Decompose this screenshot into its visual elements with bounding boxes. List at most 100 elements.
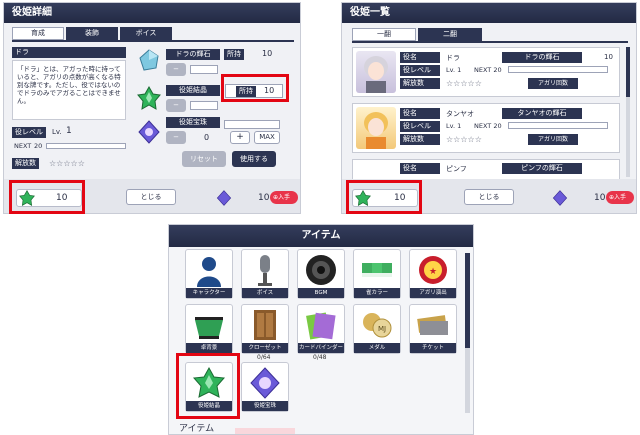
owned-label-0: 所持 — [224, 49, 244, 60]
item-tile-character[interactable]: キャラクター — [185, 249, 233, 299]
release-stars: ☆☆☆☆☆ — [49, 159, 85, 168]
owned-count-0: 10 — [262, 49, 273, 58]
row0-level: Lv. 1 — [446, 66, 462, 74]
highlight-crystal-box — [9, 180, 85, 214]
svg-text:★: ★ — [429, 267, 437, 277]
item-tile-card-binder[interactable]: カードバインダー — [297, 304, 345, 354]
orb-small-icon — [552, 190, 568, 206]
plus-button[interactable]: + — [230, 131, 250, 144]
avatar-dora — [356, 51, 396, 93]
items-scroll-thumb[interactable] — [465, 253, 470, 348]
character-portrait-icon — [364, 112, 388, 149]
tile-label: 雀カラー — [354, 288, 400, 298]
item-tile-orb[interactable]: 役姫宝珠 — [241, 362, 289, 412]
tile-label: チケット — [410, 343, 456, 353]
row0-stone: ドラの輝石 — [502, 52, 582, 63]
avatar-tanyao — [356, 107, 396, 149]
stepper-track-0 — [190, 65, 218, 74]
close-button[interactable]: とじる — [126, 189, 176, 205]
items-title: アイテム — [169, 225, 473, 247]
item-tile-tile-color[interactable]: 雀カラー — [353, 249, 401, 299]
items-footer-label: アイテム — [179, 424, 215, 434]
reset-button[interactable]: リセット — [182, 151, 226, 167]
minus-button-1[interactable]: − — [166, 99, 186, 112]
list-scrollbar[interactable] — [626, 47, 630, 177]
highlight-crystal-tile — [176, 353, 240, 419]
row2-name: ピンフ — [446, 165, 467, 173]
minus-button-0[interactable]: − — [166, 63, 186, 76]
row1-stars: ☆☆☆☆☆ — [446, 135, 482, 144]
highlight-owned-box — [221, 74, 289, 102]
row0-exp-bar — [508, 66, 608, 73]
items-scrollbar[interactable] — [465, 253, 470, 413]
tab-underline — [12, 40, 294, 42]
orb-count: 10 — [258, 193, 270, 203]
tile-label: クローゼット — [242, 343, 288, 353]
tile-label: BGM — [298, 288, 344, 298]
row1-level: Lv. 1 — [446, 122, 462, 130]
row0-level-label: 役レベル — [400, 65, 440, 76]
character-silhouette-icon — [197, 257, 221, 287]
use-button[interactable]: 使用する — [232, 151, 276, 167]
max-button[interactable]: MAX — [254, 131, 280, 144]
row1-name: タンヤオ — [446, 110, 474, 118]
tab-two-han[interactable]: 二翻 — [418, 28, 482, 41]
item-tile-medal[interactable]: MJ メダル — [353, 304, 401, 354]
row1-stone: タンヤオの輝石 — [502, 108, 582, 119]
next-label: NEXT — [14, 142, 32, 150]
tab-decoration[interactable]: 装飾 — [66, 27, 118, 40]
tile-label: キャラクター — [186, 288, 232, 298]
row0-stone-count: 10 — [604, 53, 613, 61]
tile-label: ボイス — [242, 288, 288, 298]
tile-label: カードバインダー — [298, 343, 344, 353]
item-tile-ticket[interactable]: チケット — [409, 304, 457, 354]
speaker-icon — [306, 255, 336, 285]
binder-icon — [306, 312, 336, 340]
item-tile-bgm[interactable]: BGM — [297, 249, 345, 299]
detail-title: 役姫詳細 — [4, 3, 300, 23]
tile-label: 卓背景 — [186, 343, 232, 353]
tab-voice[interactable]: ボイス — [120, 27, 172, 40]
list-close-button[interactable]: とじる — [464, 189, 514, 205]
get-button[interactable]: ⊕入手 — [270, 191, 298, 204]
item-tile-voice[interactable]: ボイス — [241, 249, 289, 299]
row2-name-label: 役名 — [400, 163, 440, 174]
minus-button-2[interactable]: − — [166, 131, 186, 144]
tab-one-han[interactable]: 一翻 — [352, 28, 416, 41]
items-footer-tab — [235, 428, 295, 434]
closet-count: 0/64 — [257, 354, 271, 361]
list-get-label: 入手 — [614, 194, 627, 201]
mahjong-tiles-icon — [362, 263, 392, 277]
stepper-value: 0 — [204, 133, 210, 142]
row2-stone: ピンフの輝石 — [502, 163, 582, 174]
row0-stars: ☆☆☆☆☆ — [446, 79, 482, 88]
item-tile-closet[interactable]: クローゼット — [241, 304, 289, 354]
svg-text:MJ: MJ — [378, 325, 386, 333]
row0-name-label: 役名 — [400, 52, 440, 63]
row0-name: ドラ — [446, 54, 460, 62]
next-value: 20 — [34, 142, 43, 150]
level-label: 役レベル — [12, 127, 46, 138]
tab-training[interactable]: 育成 — [12, 27, 64, 40]
level-value: 1 — [66, 126, 72, 136]
binder-count: 0/48 — [313, 354, 327, 361]
orb-icon — [138, 120, 160, 144]
row1-next: NEXT 20 — [474, 122, 502, 130]
list-tab-underline — [352, 41, 628, 43]
highlight-list-crystal-box — [346, 180, 422, 214]
item-tile-win-effect[interactable]: ★ アガリ演出 — [409, 249, 457, 299]
ticket-icon — [417, 315, 448, 335]
list-orb-count: 10 — [594, 193, 606, 203]
item-name-2: 役姫宝珠 — [166, 117, 220, 128]
row1-badge: アガリ回数 — [528, 134, 578, 145]
char-description: 「ドラ」とは、アガった時に持っていると、アガリの点数が高くなる特別な牌です。ただ… — [12, 60, 126, 120]
row1-exp-bar — [508, 122, 608, 129]
item-name-0: ドラの輝石 — [166, 49, 220, 60]
list-get-button[interactable]: ⊕入手 — [606, 191, 634, 204]
orb-icon — [250, 367, 280, 399]
microphone-icon — [258, 255, 272, 286]
mahjong-table-icon — [195, 317, 223, 339]
list-scroll-thumb[interactable] — [626, 47, 630, 97]
item-tile-table-bg[interactable]: 卓背景 — [185, 304, 233, 354]
tile-label: 役姫宝珠 — [242, 401, 288, 411]
